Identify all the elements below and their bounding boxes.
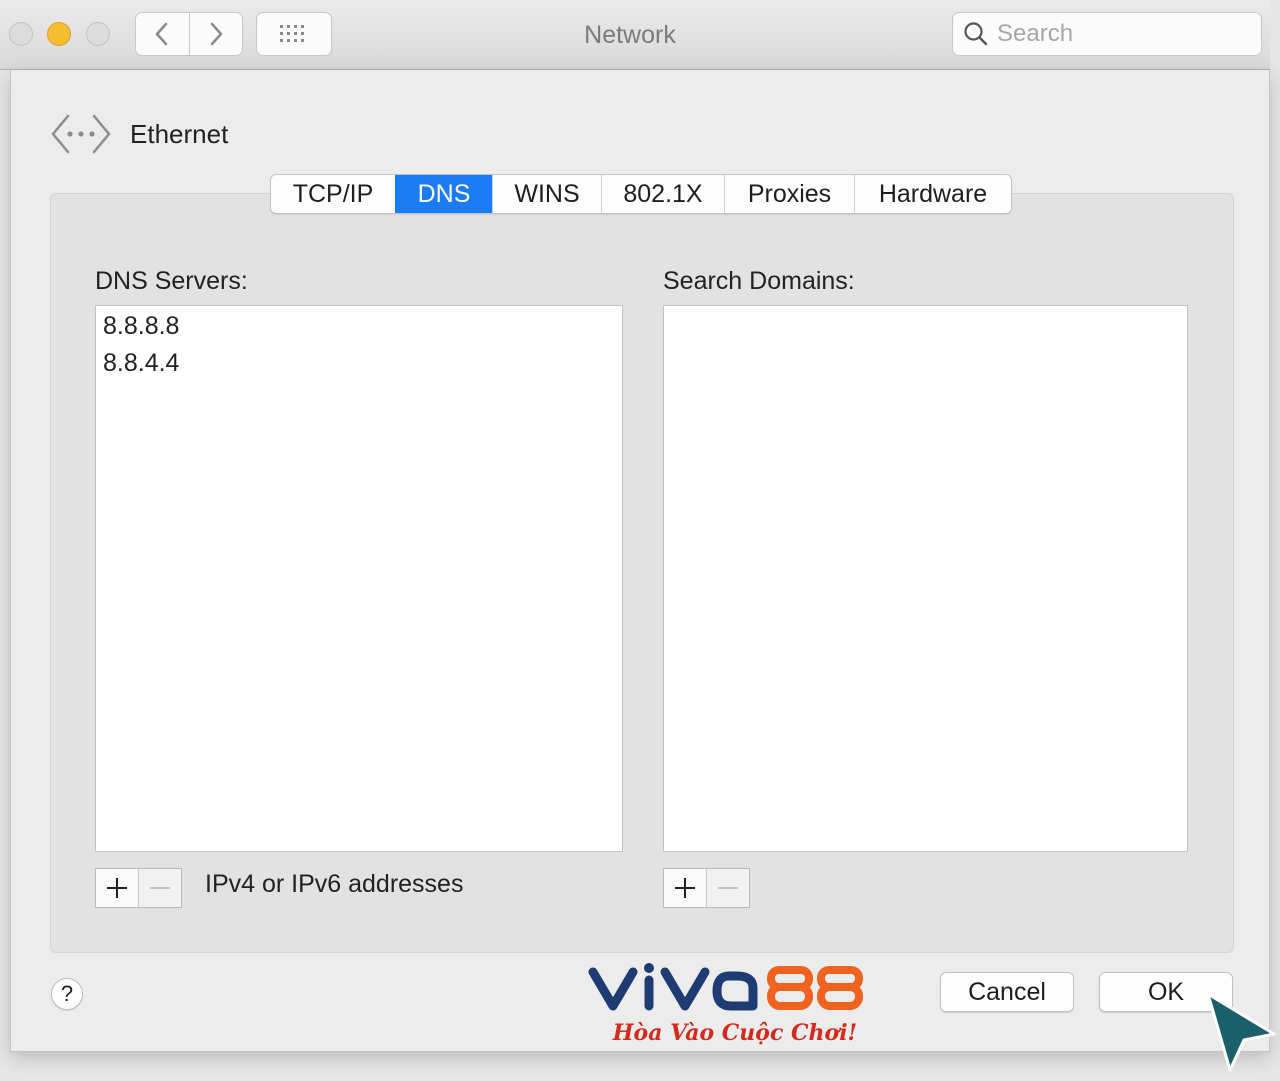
plus-icon [107, 878, 127, 898]
dns-servers-label: DNS Servers: [95, 267, 248, 295]
help-button[interactable]: ? [51, 978, 83, 1010]
logo-tagline: Hòa Vào Cuộc Chơi! [612, 1020, 857, 1046]
tab-dns[interactable]: DNS [395, 175, 492, 213]
viva88-logo: Hòa Vào Cuộc Chơi! [585, 958, 885, 1050]
interface-label: Ethernet [130, 118, 229, 149]
tab-bar: TCP/IP DNS WINS 802.1X Proxies Hardware [270, 174, 1012, 214]
search-domains-label: Search Domains: [663, 267, 855, 295]
search-field[interactable] [952, 12, 1262, 56]
minus-icon [150, 887, 170, 889]
plus-icon [675, 878, 695, 898]
minus-icon [718, 887, 738, 889]
add-search-domain-button[interactable] [664, 869, 706, 907]
tab-hardware[interactable]: Hardware [854, 175, 1011, 213]
tab-tcpip[interactable]: TCP/IP [271, 175, 395, 213]
show-all-button[interactable] [256, 12, 332, 56]
title-bar: Network [0, 0, 1270, 70]
back-button[interactable] [136, 13, 189, 55]
tab-8021x[interactable]: 802.1X [601, 175, 724, 213]
viva88-logo-graphic: Hòa Vào Cuộc Chơi! [588, 963, 863, 1046]
navigation-buttons [135, 12, 243, 56]
cancel-button[interactable]: Cancel [940, 972, 1074, 1012]
tab-proxies[interactable]: Proxies [724, 175, 854, 213]
dns-hint-text: IPv4 or IPv6 addresses [205, 870, 464, 898]
ethernet-icon [51, 114, 111, 154]
search-icon [964, 22, 988, 46]
interface-header: Ethernet [50, 112, 228, 156]
close-window-button[interactable] [9, 22, 33, 46]
dns-add-remove-buttons [95, 868, 182, 908]
minimize-window-button[interactable] [47, 22, 71, 46]
forward-button[interactable] [188, 13, 243, 55]
chevron-left-icon [156, 22, 168, 46]
grid-icon [280, 25, 304, 42]
tab-wins[interactable]: WINS [492, 175, 601, 213]
add-dns-server-button[interactable] [96, 869, 138, 907]
dns-servers-list[interactable]: 8.8.8.8 8.8.4.4 [95, 305, 623, 852]
remove-dns-server-button[interactable] [138, 869, 181, 907]
zoom-window-button[interactable] [86, 22, 110, 46]
search-input[interactable] [997, 20, 1247, 48]
search-domains-list[interactable] [663, 305, 1188, 852]
mouse-pointer-icon [1206, 992, 1276, 1072]
chevron-right-icon [210, 22, 222, 46]
domains-add-remove-buttons [663, 868, 750, 908]
list-item[interactable]: 8.8.4.4 [96, 345, 622, 382]
remove-search-domain-button[interactable] [706, 869, 749, 907]
list-item[interactable]: 8.8.8.8 [96, 308, 622, 345]
